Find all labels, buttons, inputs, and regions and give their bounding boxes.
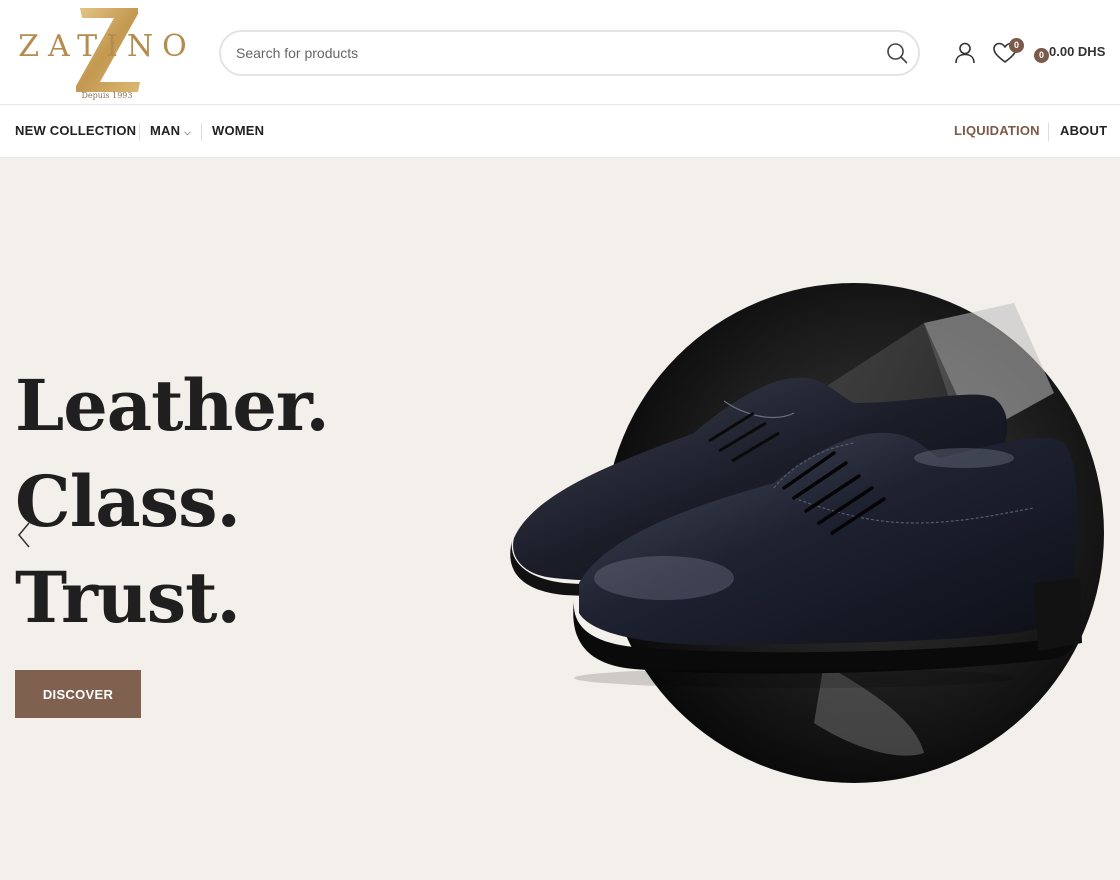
nav-divider bbox=[139, 123, 140, 141]
hero-shoe-image bbox=[510, 283, 1104, 783]
search-bar bbox=[219, 30, 920, 76]
hero-line: Leather. bbox=[15, 364, 330, 447]
hero-line: Trust. bbox=[15, 556, 241, 639]
search-input[interactable] bbox=[236, 32, 876, 74]
nav-divider bbox=[201, 123, 202, 141]
user-icon[interactable] bbox=[953, 41, 977, 65]
wishlist-count-badge: 0 bbox=[1009, 38, 1024, 53]
nav-item-label: MAN bbox=[150, 123, 181, 138]
discover-button[interactable]: DISCOVER bbox=[15, 670, 141, 718]
hero-line: Class. bbox=[15, 460, 241, 543]
nav-item-women[interactable]: WOMEN bbox=[212, 123, 264, 138]
hero-slider: Leather. Class. Trust. DISCOVER bbox=[0, 158, 1120, 880]
cart-count-badge: 0 bbox=[1034, 48, 1049, 63]
cart-total: 0.00 DHS bbox=[1049, 44, 1106, 59]
svg-text:Depuis 1993: Depuis 1993 bbox=[82, 91, 133, 100]
nav-item-new-collection[interactable]: NEW COLLECTION bbox=[15, 123, 136, 138]
main-navigation: NEW COLLECTION MAN WOMEN LIQUIDATION ABO… bbox=[0, 106, 1120, 158]
site-header: ZATINO Depuis 1993 0 0 0.00 DHS bbox=[0, 0, 1120, 105]
nav-item-man[interactable]: MAN bbox=[150, 123, 192, 139]
hero-headline: Leather. Class. Trust. bbox=[15, 358, 330, 646]
chevron-left-icon[interactable] bbox=[14, 520, 36, 550]
nav-item-liquidation[interactable]: LIQUIDATION bbox=[954, 123, 1040, 138]
search-icon[interactable] bbox=[886, 42, 908, 64]
nav-item-about[interactable]: ABOUT bbox=[1060, 123, 1107, 138]
nav-divider bbox=[1048, 123, 1049, 141]
brand-logo[interactable]: ZATINO Depuis 1993 bbox=[18, 6, 196, 100]
svg-text:ZATINO: ZATINO bbox=[18, 29, 196, 64]
chevron-down-icon bbox=[184, 124, 192, 139]
zatino-logo-icon: ZATINO Depuis 1993 bbox=[18, 8, 196, 100]
